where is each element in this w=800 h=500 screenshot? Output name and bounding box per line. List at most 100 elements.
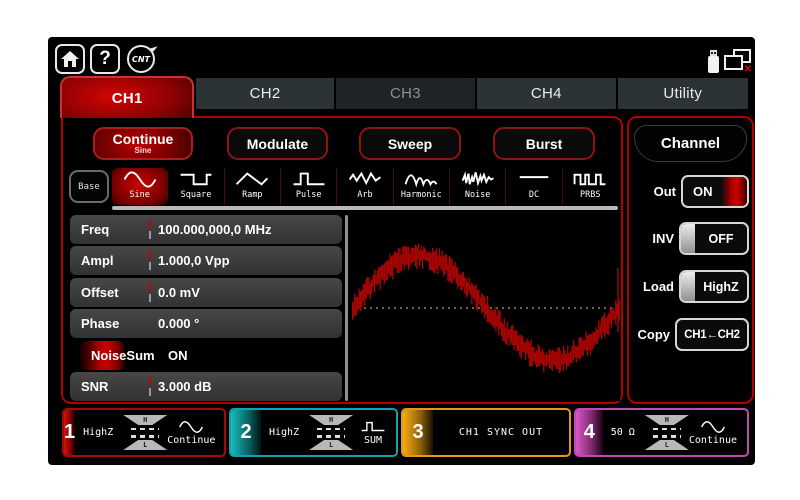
usb-icon: [707, 50, 720, 74]
prbs-icon: [573, 170, 607, 189]
wave-button-pulse[interactable]: Pulse: [281, 168, 337, 205]
sine-glyph-path: [180, 421, 203, 432]
segment-impedance: HighZ: [83, 427, 113, 438]
noise-icon: [461, 170, 495, 189]
instrument-screen: ? CNT ✕ CH1CH2CH3CH4Utility ContinueSine…: [48, 37, 755, 465]
mode-button-sweep[interactable]: Sweep: [359, 127, 461, 160]
param-divider: [149, 283, 151, 302]
high-low-indicator: HL: [123, 415, 167, 450]
segment-wave-mode: SUM: [360, 420, 386, 446]
high-low-indicator: HL: [309, 415, 353, 450]
arb-glyph-path: [350, 174, 381, 184]
cnt-glyph: CNT: [132, 55, 150, 64]
output-segment-3[interactable]: 3CH1 SYNC OUT: [401, 408, 571, 457]
pulse-glyph-path: [293, 174, 324, 185]
base-wave-button[interactable]: Base: [69, 170, 109, 203]
param-row-snr[interactable]: SNR 3.000 dB: [70, 372, 342, 401]
param-row-ampl[interactable]: Ampl1.000,0 Vpp: [70, 246, 342, 275]
wave-label: Pulse: [296, 190, 322, 200]
channel-row-out: OutON: [633, 175, 749, 208]
ramp-glyph-path: [237, 174, 268, 185]
tab-ch2[interactable]: CH2: [196, 78, 333, 109]
segment-impedance: HighZ: [269, 427, 299, 438]
param-row-freq[interactable]: Freq100.000,000,0 MHz: [70, 215, 342, 244]
load-toggle-button[interactable]: HighZ: [679, 270, 749, 303]
segment-number: 2: [231, 410, 261, 455]
tab-utility[interactable]: Utility: [618, 78, 748, 109]
sine-icon: [178, 420, 204, 434]
tab-ch1[interactable]: CH1: [60, 76, 194, 118]
tab-ch3[interactable]: CH3: [336, 78, 475, 109]
waveform-selector: SineSquare Ramp Pulse ArbHarmonic Noise DC PRB…: [112, 168, 618, 205]
low-level-marker: L: [309, 440, 353, 450]
harmonic-icon: [404, 170, 438, 189]
wave-button-harmonic[interactable]: Harmonic: [394, 168, 450, 205]
output-segment-1[interactable]: 1HighZHLContinue: [62, 408, 226, 457]
segment-number: 4: [576, 410, 603, 455]
segment-mode-label: SUM: [364, 435, 382, 446]
wave-button-dc[interactable]: DC: [506, 168, 562, 205]
home-icon[interactable]: [55, 44, 85, 74]
param-row-phase[interactable]: Phase0.000 °: [70, 309, 342, 338]
dc-icon: [517, 170, 551, 189]
wave-label: DC: [529, 190, 539, 200]
output-toggle-button[interactable]: ON: [681, 175, 749, 208]
pulse-icon: [292, 170, 326, 189]
usb-pin: [711, 52, 713, 54]
waveform-preview: [352, 215, 620, 401]
wave-label: Noise: [465, 190, 491, 200]
wave-button-sine[interactable]: Sine: [112, 168, 168, 205]
param-label: Offset: [81, 278, 119, 307]
mode-button-continue[interactable]: ContinueSine: [93, 127, 193, 160]
param-value: 0.000 °: [158, 309, 199, 338]
disconnect-x: ✕: [744, 64, 752, 75]
segment-text: CH1 SYNC OUT: [433, 427, 569, 438]
toggle-state-text: HighZ: [695, 280, 747, 294]
segment-number: 1: [64, 410, 75, 455]
arb-icon: [348, 170, 382, 189]
mode-sublabel: Sine: [135, 146, 152, 155]
copy-channel-button[interactable]: CH1←CH2: [675, 318, 749, 351]
wave-button-noise[interactable]: Noise: [450, 168, 506, 205]
level-dashes: [131, 435, 159, 438]
high-low-indicator: HL: [645, 415, 689, 450]
wave-button-ramp[interactable]: Ramp: [225, 168, 281, 205]
channel-title-text: Channel: [661, 135, 720, 152]
output-segment-4[interactable]: 450 ΩHLContinue: [574, 408, 749, 457]
monitor-stand: [728, 68, 736, 70]
pulse-icon: [360, 420, 386, 434]
channel-row-copy: Copy CH1←CH2: [633, 318, 749, 351]
mode-button-burst[interactable]: Burst: [493, 127, 595, 160]
high-level-marker: H: [309, 415, 353, 425]
parameter-scrollbar[interactable]: [345, 215, 348, 401]
inv-toggle-button[interactable]: OFF: [679, 222, 749, 255]
param-row-noisesum[interactable]: NoiseSumON: [80, 341, 124, 370]
wave-label: Ramp: [242, 190, 262, 200]
help-icon[interactable]: ?: [90, 44, 120, 74]
param-value: 3.000 dB: [158, 372, 211, 401]
param-value: 100.000,000,0 MHz: [158, 215, 271, 244]
param-value: ON: [168, 341, 188, 370]
channel-panel-title: Channel: [634, 125, 747, 162]
wave-button-arb[interactable]: Arb: [337, 168, 393, 205]
param-row-offset[interactable]: Offset0.0 mV: [70, 278, 342, 307]
prbs-glyph-path: [575, 175, 606, 185]
segment-wave-mode: Continue: [689, 420, 737, 446]
channel-row-label: Copy: [638, 327, 671, 342]
noisy-sine-trace: [352, 244, 620, 373]
lan-disconnected-icon: ✕: [724, 49, 752, 75]
tab-ch4[interactable]: CH4: [477, 78, 615, 109]
counter-icon[interactable]: CNT: [125, 43, 157, 75]
level-dashes: [317, 435, 345, 438]
pulse-glyph-path: [362, 422, 385, 430]
wave-button-square[interactable]: Square: [168, 168, 224, 205]
output-segment-2[interactable]: 2HighZHLSUM: [229, 408, 398, 457]
mode-button-modulate[interactable]: Modulate: [227, 127, 328, 160]
divider-gray: [149, 294, 151, 302]
channel-row-label: INV: [652, 231, 674, 246]
noise-glyph-path: [462, 172, 493, 184]
param-divider: [149, 220, 151, 239]
param-label: SNR: [81, 372, 108, 401]
wave-button-prbs[interactable]: PRBS: [563, 168, 618, 205]
mode-label: Continue: [113, 132, 174, 146]
